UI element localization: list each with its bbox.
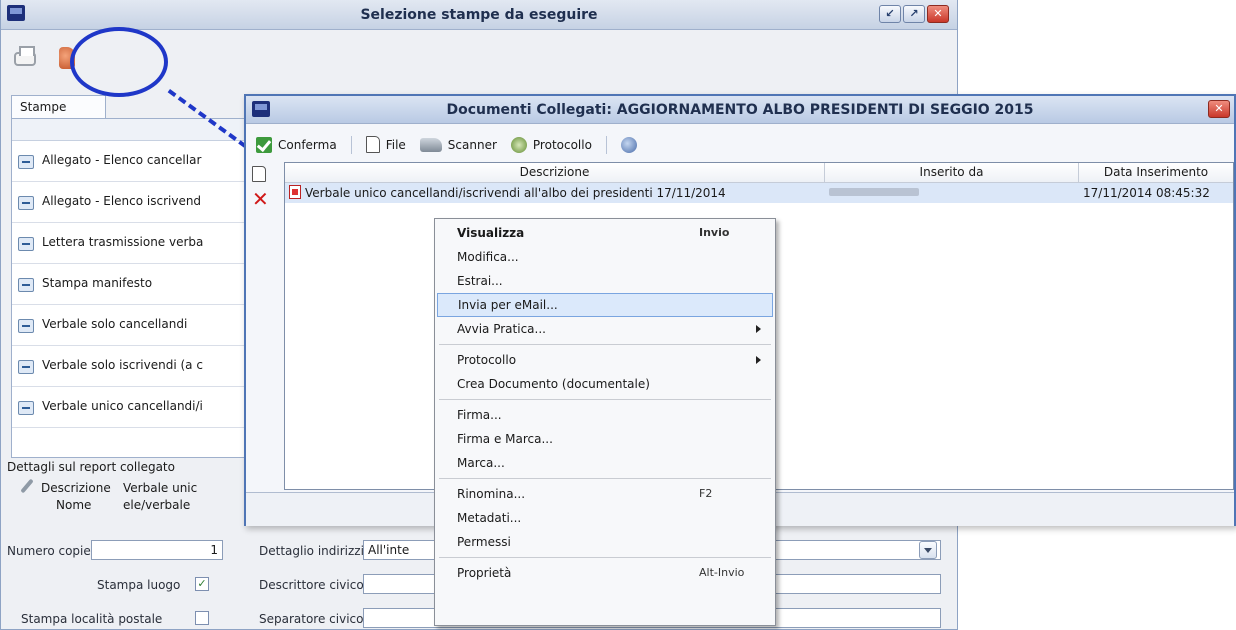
copies-label: Numero copie <box>7 544 91 558</box>
menu-item-protocollo[interactable]: Protocollo <box>437 348 773 372</box>
table-header: Descrizione Inserito da Data Inserimento <box>285 163 1233 183</box>
menu-item-permessi[interactable]: Permessi <box>437 530 773 554</box>
menu-item-firma[interactable]: Firma... <box>437 403 773 427</box>
web-button[interactable] <box>617 135 641 155</box>
row-date: 17/11/2014 08:45:32 <box>1083 186 1210 200</box>
printer-icon[interactable] <box>11 44 39 72</box>
menu-item-crea-documento[interactable]: Crea Documento (documentale) <box>437 372 773 396</box>
menu-item-rinomina[interactable]: Rinomina... F2 <box>437 482 773 506</box>
list-item[interactable]: Allegato - Elenco cancellar <box>12 141 250 182</box>
list-item[interactable]: Verbale unico cancellandi/i <box>12 387 250 428</box>
report-icon <box>18 319 34 333</box>
menu-item-estrai[interactable]: Estrai... <box>437 269 773 293</box>
name-value: ele/verbale <box>123 498 191 512</box>
list-item[interactable]: Stampa manifesto <box>12 264 250 305</box>
menu-separator <box>439 344 771 345</box>
menu-separator <box>439 557 771 558</box>
toolbar-separator <box>605 135 607 154</box>
report-icon <box>18 278 34 292</box>
dialog-close-button[interactable]: ✕ <box>1208 100 1230 118</box>
copies-input[interactable]: 1 <box>91 540 223 560</box>
scanner-button[interactable]: Scanner <box>416 136 501 154</box>
postal-locality-label: Stampa località postale <box>21 612 163 626</box>
menu-separator <box>439 478 771 479</box>
submenu-arrow-icon <box>756 325 761 333</box>
list-item[interactable]: Verbale solo iscrivendi (a c <box>12 346 250 387</box>
new-document-icon[interactable] <box>252 166 266 182</box>
toolbar-separator <box>350 135 352 154</box>
civic-separator-label: Separatore civico <box>259 612 364 626</box>
report-icon <box>18 401 34 415</box>
description-key: Descrizione <box>41 481 111 495</box>
chevron-down-icon[interactable] <box>919 541 937 559</box>
report-icon <box>18 196 34 210</box>
redacted-user <box>829 188 919 196</box>
minimize-button[interactable]: ↙ <box>879 5 901 23</box>
delete-icon[interactable]: ✕ <box>252 189 269 209</box>
menu-item-avvia-pratica[interactable]: Avvia Pratica... <box>437 317 773 341</box>
list-item[interactable]: Verbale solo cancellandi <box>12 305 250 346</box>
list-item[interactable]: Allegato - Elenco iscrivend <box>12 182 250 223</box>
print-place-label: Stampa luogo <box>97 578 181 592</box>
dialog-titlebar[interactable]: Documenti Collegati: AGGIORNAMENTO ALBO … <box>246 96 1234 124</box>
confirm-button[interactable]: Conferma <box>252 135 341 155</box>
menu-item-proprieta[interactable]: Proprietà Alt-Invio <box>437 561 773 585</box>
maximize-button[interactable]: ↗ <box>903 5 925 23</box>
postal-locality-checkbox[interactable] <box>195 611 209 625</box>
column-header-date[interactable]: Data Inserimento <box>1079 163 1233 182</box>
scanner-icon <box>419 137 442 152</box>
name-key: Nome <box>56 498 92 512</box>
print-list: Allegato - Elenco cancellar Allegato - E… <box>11 118 251 458</box>
civic-descriptor-label: Descrittore civico <box>259 578 364 592</box>
table-row[interactable]: Verbale unico cancellandi/iscrivendi all… <box>285 183 1233 203</box>
description-value: Verbale unic <box>123 481 198 495</box>
submenu-arrow-icon <box>756 356 761 364</box>
menu-item-modifica[interactable]: Modifica... <box>437 245 773 269</box>
annotation-ellipse <box>70 27 168 97</box>
close-button[interactable]: ✕ <box>927 5 949 23</box>
address-detail-label: Dettaglio indirizzi <box>259 544 364 558</box>
print-selection-titlebar[interactable]: Selezione stampe da eseguire ↙ ↗ ✕ <box>1 0 957 30</box>
list-item[interactable]: Lettera trasmissione verba <box>12 223 250 264</box>
report-icon <box>18 360 34 374</box>
details-label: Dettagli sul report collegato <box>7 460 175 474</box>
menu-item-invia-email[interactable]: Invia per eMail... <box>437 293 773 317</box>
report-icon <box>18 155 34 169</box>
tab-stampe[interactable]: Stampe <box>11 95 106 119</box>
check-icon <box>256 136 272 153</box>
menu-item-visualizza[interactable]: Visualizza Invio <box>437 221 773 245</box>
protocol-icon <box>510 136 527 153</box>
wrench-icon <box>19 478 35 494</box>
dialog-title: Documenti Collegati: AGGIORNAMENTO ALBO … <box>446 102 1034 118</box>
menu-separator <box>439 399 771 400</box>
globe-icon <box>620 136 637 153</box>
report-icon <box>18 237 34 251</box>
column-header-description[interactable]: Descrizione <box>285 163 825 182</box>
file-icon <box>365 136 380 153</box>
dialog-toolbar: Conferma File Scanner Protocollo <box>252 134 641 155</box>
column-header-inserted-by[interactable]: Inserito da <box>825 163 1079 182</box>
menu-item-metadati[interactable]: Metadati... <box>437 506 773 530</box>
protocol-button[interactable]: Protocollo <box>507 135 596 155</box>
row-description: Verbale unico cancellandi/iscrivendi all… <box>305 186 726 200</box>
file-button[interactable]: File <box>362 134 410 155</box>
menu-item-marca[interactable]: Marca... <box>437 451 773 475</box>
menu-item-firma-e-marca[interactable]: Firma e Marca... <box>437 427 773 451</box>
context-menu: Visualizza Invio Modifica... Estrai... In… <box>434 218 776 626</box>
pdf-icon <box>289 185 301 199</box>
window-title: Selezione stampe da eseguire <box>360 7 598 23</box>
print-place-checkbox[interactable]: ✓ <box>195 577 209 591</box>
